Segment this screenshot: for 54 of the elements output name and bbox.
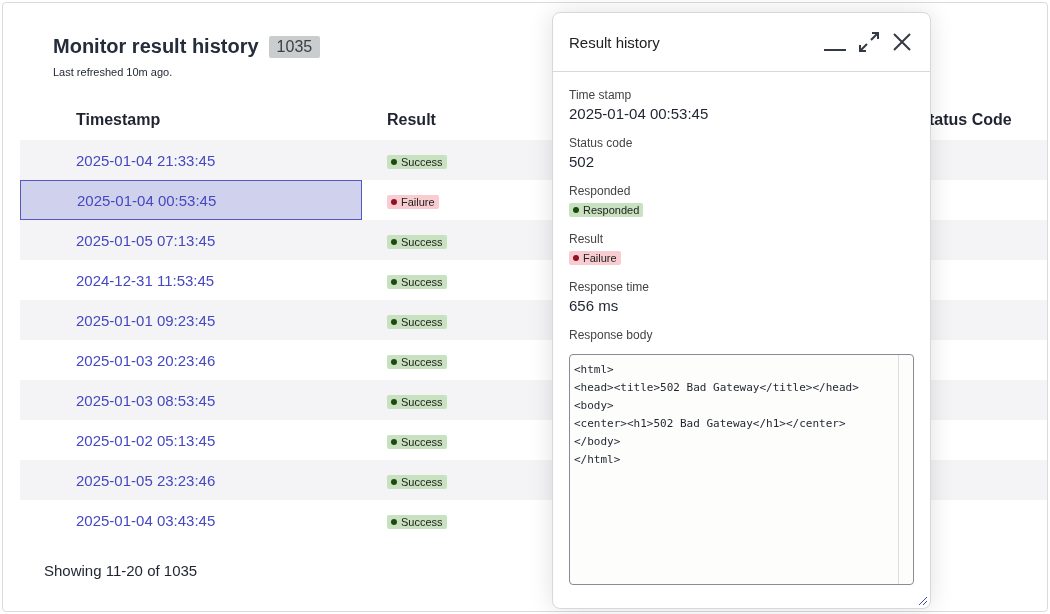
close-icon	[892, 32, 912, 52]
expand-button[interactable]	[856, 29, 882, 55]
result-tag: Failure	[387, 195, 439, 209]
result-tag: Success	[387, 235, 447, 249]
timestamp-cell[interactable]: 2025-01-05 23:23:46	[20, 460, 362, 500]
result-tag: Success	[387, 355, 447, 369]
result-tag: Success	[387, 435, 447, 449]
result-tag: Success	[387, 395, 447, 409]
field-value: 656 ms	[569, 297, 620, 314]
page-title: Monitor result history	[53, 35, 259, 58]
timestamp-cell[interactable]: 2025-01-03 20:23:46	[20, 340, 362, 380]
timestamp-link[interactable]: 2025-01-04 00:53:45	[77, 191, 217, 209]
field-label: Response time	[569, 280, 651, 294]
count-badge: 1035	[268, 35, 321, 58]
timestamp-cell[interactable]: 2025-01-04 00:53:45	[20, 180, 362, 220]
field-value: 502	[569, 153, 596, 170]
timestamp-cell[interactable]: 2024-12-31 11:53:45	[20, 260, 362, 300]
result-tag: Success	[387, 155, 447, 169]
refresh-note: Last refreshed 10m ago.	[52, 65, 174, 78]
result-tag: Success	[387, 275, 447, 289]
timestamp-link[interactable]: 2025-01-03 08:53:45	[76, 391, 216, 409]
timestamp-link[interactable]: 2024-12-31 11:53:45	[76, 271, 215, 289]
column-header: Timestamp	[76, 111, 161, 128]
status-tag: Failure	[569, 251, 621, 265]
field-label: Result	[569, 232, 604, 246]
result-tag: Success	[387, 475, 447, 489]
dialog-title: Result history	[569, 33, 661, 51]
timestamp-link[interactable]: 2025-01-05 07:13:45	[76, 231, 216, 249]
response-body-field[interactable]: <html> <head><title>502 Bad Gateway</title></head> <body> <center><h1>502 Bad Gateway</h1></center> </body> </html>	[569, 354, 914, 585]
timestamp-link[interactable]: 2025-01-05 23:23:46	[76, 471, 216, 489]
result-tag: Success	[387, 515, 447, 529]
field-label: Response body	[569, 328, 654, 342]
column-header: Result	[387, 111, 436, 128]
field-value: 2025-01-04 00:53:45	[569, 105, 710, 122]
expand-icon	[858, 31, 880, 53]
status-tag: Responded	[569, 203, 644, 217]
timestamp-cell[interactable]: 2025-01-04 21:33:45	[20, 140, 362, 180]
timestamp-cell[interactable]: 2025-01-02 05:13:45	[20, 420, 362, 460]
timestamp-cell[interactable]: 2025-01-03 08:53:45	[20, 380, 362, 420]
timestamp-link[interactable]: 2025-01-04 21:33:45	[76, 151, 216, 169]
resize-handle-icon[interactable]	[918, 596, 928, 606]
timestamp-link[interactable]: 2025-01-03 20:23:46	[76, 351, 216, 369]
timestamp-cell[interactable]: 2025-01-05 07:13:45	[20, 220, 362, 260]
result-tag: Success	[387, 315, 447, 329]
field-label: Status code	[569, 136, 634, 150]
field-label: Responded	[569, 184, 632, 198]
timestamp-link[interactable]: 2025-01-04 03:43:45	[76, 511, 216, 529]
field-label: Time stamp	[569, 88, 633, 102]
timestamp-cell[interactable]: 2025-01-01 09:23:45	[20, 300, 362, 340]
timestamp-link[interactable]: 2025-01-02 05:13:45	[76, 431, 216, 449]
pagination-summary: Showing 11-20 of 1035	[43, 561, 199, 579]
minimize-icon	[824, 49, 846, 51]
timestamp-link[interactable]: 2025-01-01 09:23:45	[76, 311, 216, 329]
timestamp-cell[interactable]: 2025-01-04 03:43:45	[20, 500, 362, 540]
